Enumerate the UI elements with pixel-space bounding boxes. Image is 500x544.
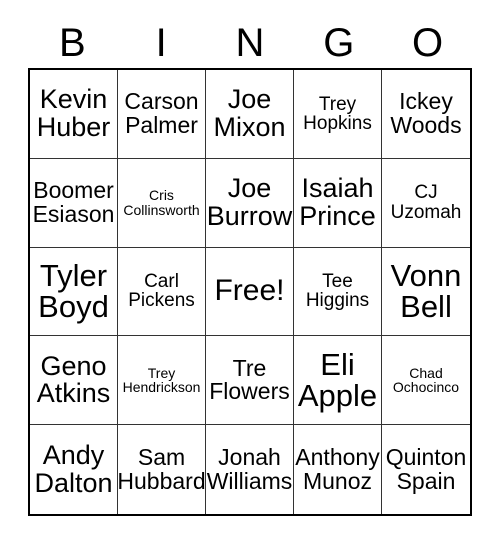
bingo-cell[interactable]: Carl Pickens <box>118 247 206 337</box>
bingo-cell[interactable]: Eli Apple <box>294 336 382 426</box>
bingo-cell[interactable]: Anthony Munoz <box>294 425 382 514</box>
bingo-cell[interactable]: Joe Burrow <box>206 158 294 248</box>
bingo-cell-label: Chad Ochocinco <box>392 365 460 396</box>
bingo-cell-label: Geno Atkins <box>36 350 111 409</box>
bingo-cell[interactable]: Geno Atkins <box>30 336 118 426</box>
bingo-cell-label: Jonah Williams <box>206 444 293 494</box>
bingo-header-letter-b: B <box>59 21 86 65</box>
bingo-cell[interactable]: Sam Hubbard <box>118 425 206 514</box>
bingo-cell[interactable]: Quinton Spain <box>382 425 470 514</box>
bingo-cell[interactable]: Ickey Woods <box>382 70 470 159</box>
bingo-cell[interactable]: CJ Uzomah <box>382 158 470 248</box>
bingo-cell-label: Vonn Bell <box>390 257 462 325</box>
bingo-cell-label: Tee Higgins <box>305 271 370 312</box>
bingo-cell-label: Kevin Huber <box>36 84 111 142</box>
bingo-grid: Kevin Huber Carson Palmer Joe Mixon Trey Ho… <box>28 68 472 516</box>
bingo-cell-free-label: Free! <box>214 274 285 308</box>
bingo-cell-label: Trey Hendrickson <box>122 365 201 396</box>
bingo-cell[interactable]: Cris Collinsworth <box>118 158 206 248</box>
bingo-header-letter-g: G <box>323 21 355 65</box>
bingo-cell[interactable]: Andy Dalton <box>30 425 118 514</box>
bingo-cell-label: Tre Flowers <box>209 354 290 405</box>
bingo-cell[interactable]: Jonah Williams <box>206 425 294 514</box>
bingo-header-letter-o: O <box>412 21 444 65</box>
bingo-cell[interactable]: Kevin Huber <box>30 70 118 159</box>
bingo-cell[interactable]: Tee Higgins <box>294 247 382 337</box>
bingo-cell-label: Isaiah Prince <box>299 173 376 231</box>
bingo-cell-label: Andy Dalton <box>34 440 113 498</box>
bingo-cell-label: Eli Apple <box>297 346 378 414</box>
bingo-cell-label: Trey Hopkins <box>303 93 372 134</box>
bingo-header-letter-n: N <box>235 21 265 65</box>
bingo-cell-free[interactable]: Free! <box>206 247 294 337</box>
bingo-cell[interactable]: Boomer Esiason <box>30 158 118 248</box>
bingo-cell-label: CJ Uzomah <box>390 182 462 223</box>
bingo-cell[interactable]: Tyler Boyd <box>30 247 118 337</box>
bingo-cell[interactable]: Chad Ochocinco <box>382 336 470 426</box>
bingo-cell-label: Cris Collinsworth <box>123 187 200 218</box>
bingo-cell[interactable]: Trey Hopkins <box>294 70 382 159</box>
bingo-cell-label: Ickey Woods <box>390 88 462 138</box>
bingo-cell-label: Joe Burrow <box>206 173 293 231</box>
bingo-cell-label: Carl Pickens <box>128 271 195 312</box>
bingo-cell[interactable]: Tre Flowers <box>206 336 294 426</box>
bingo-cell[interactable]: Vonn Bell <box>382 247 470 337</box>
bingo-cell[interactable]: Isaiah Prince <box>294 158 382 248</box>
bingo-card: B I N G O Kevin Huber Carson Palmer Joe Mi… <box>0 0 500 544</box>
bingo-cell-label: Anthony Munoz <box>295 444 380 494</box>
bingo-cell[interactable]: Carson Palmer <box>118 70 206 159</box>
bingo-cell-label: Carson Palmer <box>124 88 199 138</box>
bingo-header-row: B I N G O <box>28 18 472 68</box>
bingo-cell[interactable]: Trey Hendrickson <box>118 336 206 426</box>
bingo-cell[interactable]: Joe Mixon <box>206 70 294 159</box>
bingo-cell-label: Tyler Boyd <box>38 257 109 325</box>
bingo-header-letter-i: I <box>155 21 167 65</box>
bingo-cell-label: Joe Mixon <box>213 84 286 142</box>
bingo-cell-label: Sam Hubbard <box>118 444 206 494</box>
bingo-cell-label: Boomer Esiason <box>32 177 115 227</box>
bingo-cell-label: Quinton Spain <box>385 444 467 494</box>
